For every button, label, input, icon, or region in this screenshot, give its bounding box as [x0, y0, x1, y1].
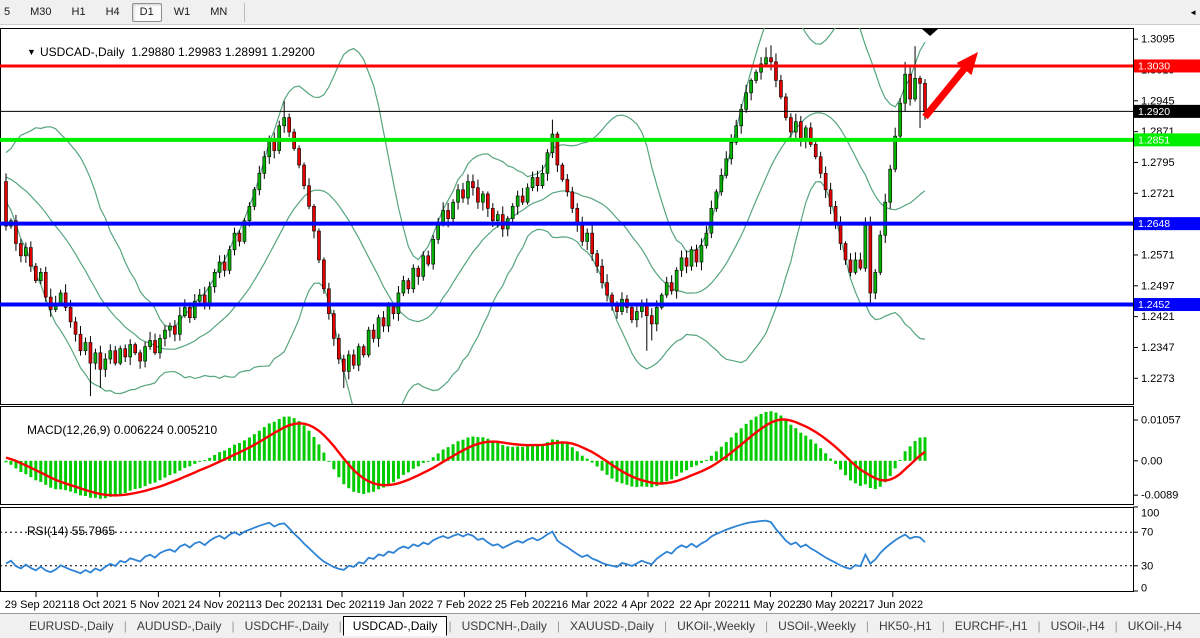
- svg-text:29 Sep 2021: 29 Sep 2021: [5, 599, 67, 611]
- chart-tabs-bar: EURUSD-,Daily|AUDUSD-,Daily|USDCHF-,Dail…: [0, 613, 1200, 638]
- svg-text:1.2648: 1.2648: [1138, 218, 1170, 230]
- trend-arrow-shaft: [925, 66, 967, 117]
- timeframe-button-d1[interactable]: D1: [132, 3, 162, 22]
- svg-text:19 Jan 2022: 19 Jan 2022: [373, 599, 434, 611]
- timeframe-button-w1[interactable]: W1: [166, 3, 199, 22]
- tab-audusd-daily[interactable]: AUDUSD-,Daily: [128, 616, 231, 636]
- svg-text:25 Feb 2022: 25 Feb 2022: [495, 599, 557, 611]
- timeframe-button-5[interactable]: 5: [0, 3, 18, 22]
- tab-usoil-weekly[interactable]: USOil-,Weekly: [769, 616, 865, 636]
- bollinger-middle-band: [6, 113, 925, 349]
- tab-usoil-h4[interactable]: USOil-,H4: [1042, 616, 1114, 636]
- timeframe-button-h1[interactable]: H1: [64, 3, 94, 22]
- sell-triangle-marker: [922, 29, 938, 36]
- annotations[interactable]: [922, 29, 978, 117]
- svg-text:1.2795: 1.2795: [1141, 157, 1175, 169]
- svg-text:18 Oct 2021: 18 Oct 2021: [67, 599, 127, 611]
- timeframe-button-h4[interactable]: H4: [98, 3, 128, 22]
- svg-text:17 Jun 2022: 17 Jun 2022: [863, 599, 924, 611]
- price-axis: 1.30951.30191.29451.28711.27951.27211.25…: [1133, 34, 1200, 595]
- bollinger-lower-band: [6, 182, 925, 448]
- macd-pane: [5, 411, 927, 499]
- svg-text:-0.0089: -0.0089: [1141, 490, 1178, 502]
- svg-text:1.2421: 1.2421: [1141, 311, 1175, 323]
- svg-text:4 Apr 2022: 4 Apr 2022: [621, 599, 674, 611]
- tab-xauusd-daily[interactable]: XAUUSD-,Daily: [561, 616, 663, 636]
- timeframe-button-mn[interactable]: MN: [202, 3, 235, 22]
- tab-scroll-left-icon[interactable]: ◄: [1189, 8, 1197, 17]
- timeframe-toolbar: 5M30 H1H4D1W1MN: [0, 0, 1200, 25]
- svg-text:1.2571: 1.2571: [1141, 249, 1175, 261]
- svg-text:1.2920: 1.2920: [1138, 106, 1170, 118]
- tab-eurchf-h1[interactable]: EURCHF-,H1: [946, 616, 1037, 636]
- svg-text:0.00: 0.00: [1141, 455, 1162, 467]
- svg-text:0.01057: 0.01057: [1141, 415, 1181, 427]
- toolbar-separator: [244, 3, 245, 22]
- mt4-chart-window: 5M30H1H4D1W1MN 1.30951.30191.29451.28711…: [0, 0, 1200, 638]
- svg-text:7 Feb 2022: 7 Feb 2022: [437, 599, 493, 611]
- date-axis: 29 Sep 202118 Oct 20215 Nov 202124 Nov 2…: [5, 592, 923, 611]
- svg-text:31 Dec 2021: 31 Dec 2021: [311, 599, 373, 611]
- svg-text:13 Dec 2021: 13 Dec 2021: [250, 599, 312, 611]
- tab-ukoil-h4[interactable]: UKOil-,H4: [1119, 616, 1191, 636]
- candlesticks: [5, 45, 927, 396]
- rsi-pane: [0, 521, 1133, 574]
- svg-text:1.2347: 1.2347: [1141, 342, 1175, 354]
- price-chart-canvas[interactable]: 1.30951.30191.29451.28711.27951.27211.25…: [0, 26, 1200, 612]
- svg-text:1.2452: 1.2452: [1138, 299, 1170, 311]
- bollinger-upper-band: [6, 26, 925, 327]
- svg-text:22 Apr 2022: 22 Apr 2022: [680, 599, 739, 611]
- tab-usdchf-daily[interactable]: USDCHF-,Daily: [236, 616, 338, 636]
- svg-text:1.2721: 1.2721: [1141, 188, 1175, 200]
- chart-region: 1.30951.30191.29451.28711.27951.27211.25…: [0, 26, 1200, 612]
- svg-text:1.2497: 1.2497: [1141, 280, 1175, 292]
- bollinger-bands: [6, 26, 925, 448]
- svg-text:1.3030: 1.3030: [1138, 60, 1170, 72]
- svg-text:5 Nov 2021: 5 Nov 2021: [130, 599, 186, 611]
- svg-text:1.2851: 1.2851: [1138, 134, 1170, 146]
- svg-text:24 Nov 2021: 24 Nov 2021: [188, 599, 250, 611]
- svg-text:11 May 2022: 11 May 2022: [739, 599, 802, 611]
- svg-text:70: 70: [1141, 527, 1153, 539]
- svg-text:100: 100: [1141, 508, 1159, 520]
- tab-hk50-h1[interactable]: HK50-,H1: [870, 616, 941, 636]
- timeframe-button-m30[interactable]: M30: [22, 3, 59, 22]
- svg-text:1.2273: 1.2273: [1141, 373, 1175, 385]
- tab-usdcad-daily[interactable]: USDCAD-,Daily: [343, 616, 448, 636]
- tab-ukoil-weekly[interactable]: UKOil-,Weekly: [668, 616, 764, 636]
- svg-text:0: 0: [1141, 583, 1147, 595]
- pane-borders: [1, 29, 1134, 592]
- tab-usdcnh-daily[interactable]: USDCNH-,Daily: [453, 616, 556, 636]
- svg-text:16 Mar 2022: 16 Mar 2022: [556, 599, 618, 611]
- svg-text:30: 30: [1141, 560, 1153, 572]
- tab-eurusd-daily[interactable]: EURUSD-,Daily: [20, 616, 123, 636]
- svg-text:30 May 2022: 30 May 2022: [800, 599, 864, 611]
- svg-text:1.3095: 1.3095: [1141, 34, 1175, 46]
